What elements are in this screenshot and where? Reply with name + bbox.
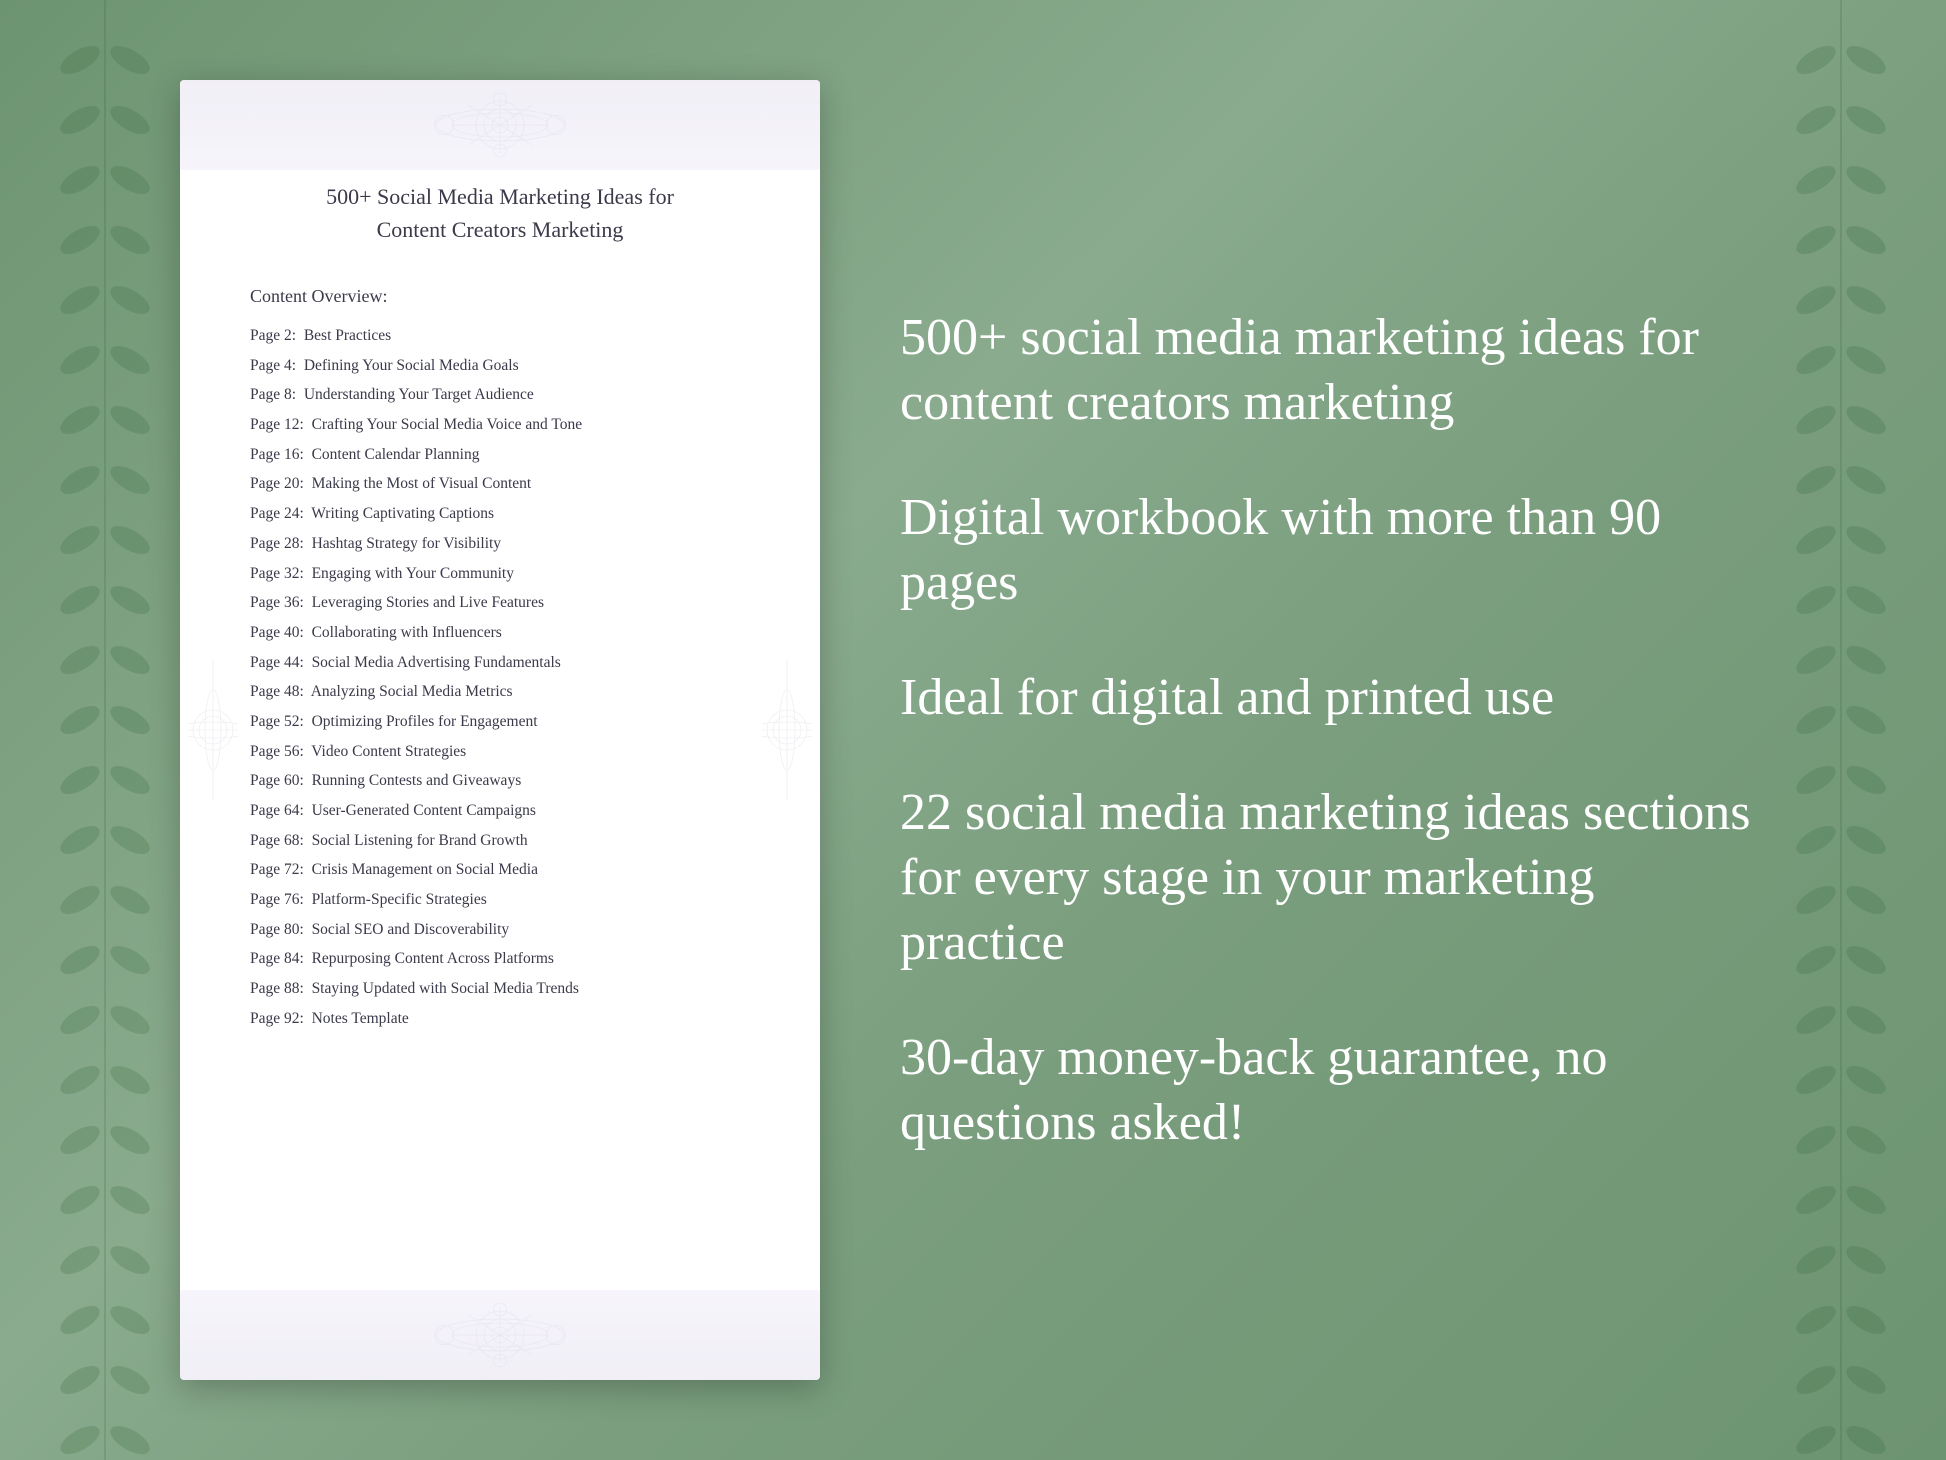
toc-item: Page 28: Hashtag Strategy for Visibility xyxy=(250,533,750,555)
toc-page-number: Page 80: xyxy=(250,919,304,941)
toc-page-number: Page 84: xyxy=(250,948,304,970)
toc-item: Page 4: Defining Your Social Media Goals xyxy=(250,355,750,377)
feature-text: Digital workbook with more than 90 pages xyxy=(900,485,1766,615)
toc-page-number: Page 4: xyxy=(250,355,296,377)
document-content: 500+ Social Media Marketing Ideas forCon… xyxy=(180,80,820,1380)
toc-item: Page 8: Understanding Your Target Audien… xyxy=(250,384,750,406)
toc-item: Page 36: Leveraging Stories and Live Fea… xyxy=(250,592,750,614)
toc-page-number: Page 56: xyxy=(250,741,304,763)
toc-item: Page 64: User-Generated Content Campaign… xyxy=(250,800,750,822)
toc-page-number: Page 16: xyxy=(250,444,304,466)
section-label: Content Overview: xyxy=(250,286,750,307)
toc-page-number: Page 32: xyxy=(250,563,304,585)
toc-page-number: Page 72: xyxy=(250,859,304,881)
toc-page-number: Page 44: xyxy=(250,652,304,674)
toc-page-number: Page 40: xyxy=(250,622,304,644)
document-title: 500+ Social Media Marketing Ideas forCon… xyxy=(250,180,750,246)
document-preview: 500+ Social Media Marketing Ideas forCon… xyxy=(180,80,820,1380)
feature-text: 30-day money-back guarantee, no question… xyxy=(900,1025,1766,1155)
feature-text: 500+ social media marketing ideas for co… xyxy=(900,305,1766,435)
toc-item: Page 20: Making the Most of Visual Conte… xyxy=(250,473,750,495)
toc-page-number: Page 52: xyxy=(250,711,304,733)
toc-item: Page 40: Collaborating with Influencers xyxy=(250,622,750,644)
toc-page-number: Page 36: xyxy=(250,592,304,614)
toc-item: Page 12: Crafting Your Social Media Voic… xyxy=(250,414,750,436)
toc-page-number: Page 20: xyxy=(250,473,304,495)
toc-page-number: Page 68: xyxy=(250,830,304,852)
main-container: 500+ Social Media Marketing Ideas forCon… xyxy=(0,0,1946,1460)
toc-page-number: Page 76: xyxy=(250,889,304,911)
toc-item: Page 84: Repurposing Content Across Plat… xyxy=(250,948,750,970)
toc-page-number: Page 28: xyxy=(250,533,304,555)
toc-page-number: Page 64: xyxy=(250,800,304,822)
toc-item: Page 44: Social Media Advertising Fundam… xyxy=(250,652,750,674)
toc-item: Page 88: Staying Updated with Social Med… xyxy=(250,978,750,1000)
toc-page-number: Page 12: xyxy=(250,414,304,436)
toc-item: Page 2: Best Practices xyxy=(250,325,750,347)
toc-item: Page 72: Crisis Management on Social Med… xyxy=(250,859,750,881)
toc-page-number: Page 8: xyxy=(250,384,296,406)
toc-item: Page 60: Running Contests and Giveaways xyxy=(250,770,750,792)
toc-page-number: Page 92: xyxy=(250,1008,304,1030)
toc-item: Page 68: Social Listening for Brand Grow… xyxy=(250,830,750,852)
features-panel: 500+ social media marketing ideas for co… xyxy=(900,265,1766,1195)
toc-item: Page 32: Engaging with Your Community xyxy=(250,563,750,585)
toc-item: Page 16: Content Calendar Planning xyxy=(250,444,750,466)
toc-page-number: Page 48: xyxy=(250,681,304,703)
table-of-contents: Page 2: Best Practices Page 4: Defining Y… xyxy=(250,325,750,1030)
feature-text: Ideal for digital and printed use xyxy=(900,665,1766,730)
toc-page-number: Page 2: xyxy=(250,325,296,347)
toc-item: Page 92: Notes Template xyxy=(250,1008,750,1030)
toc-item: Page 56: Video Content Strategies xyxy=(250,741,750,763)
toc-item: Page 76: Platform-Specific Strategies xyxy=(250,889,750,911)
toc-page-number: Page 60: xyxy=(250,770,304,792)
toc-item: Page 80: Social SEO and Discoverability xyxy=(250,919,750,941)
toc-page-number: Page 24: xyxy=(250,503,304,525)
toc-item: Page 48: Analyzing Social Media Metrics xyxy=(250,681,750,703)
toc-item: Page 52: Optimizing Profiles for Engagem… xyxy=(250,711,750,733)
toc-item: Page 24: Writing Captivating Captions xyxy=(250,503,750,525)
toc-page-number: Page 88: xyxy=(250,978,304,1000)
feature-text: 22 social media marketing ideas sections… xyxy=(900,780,1766,975)
